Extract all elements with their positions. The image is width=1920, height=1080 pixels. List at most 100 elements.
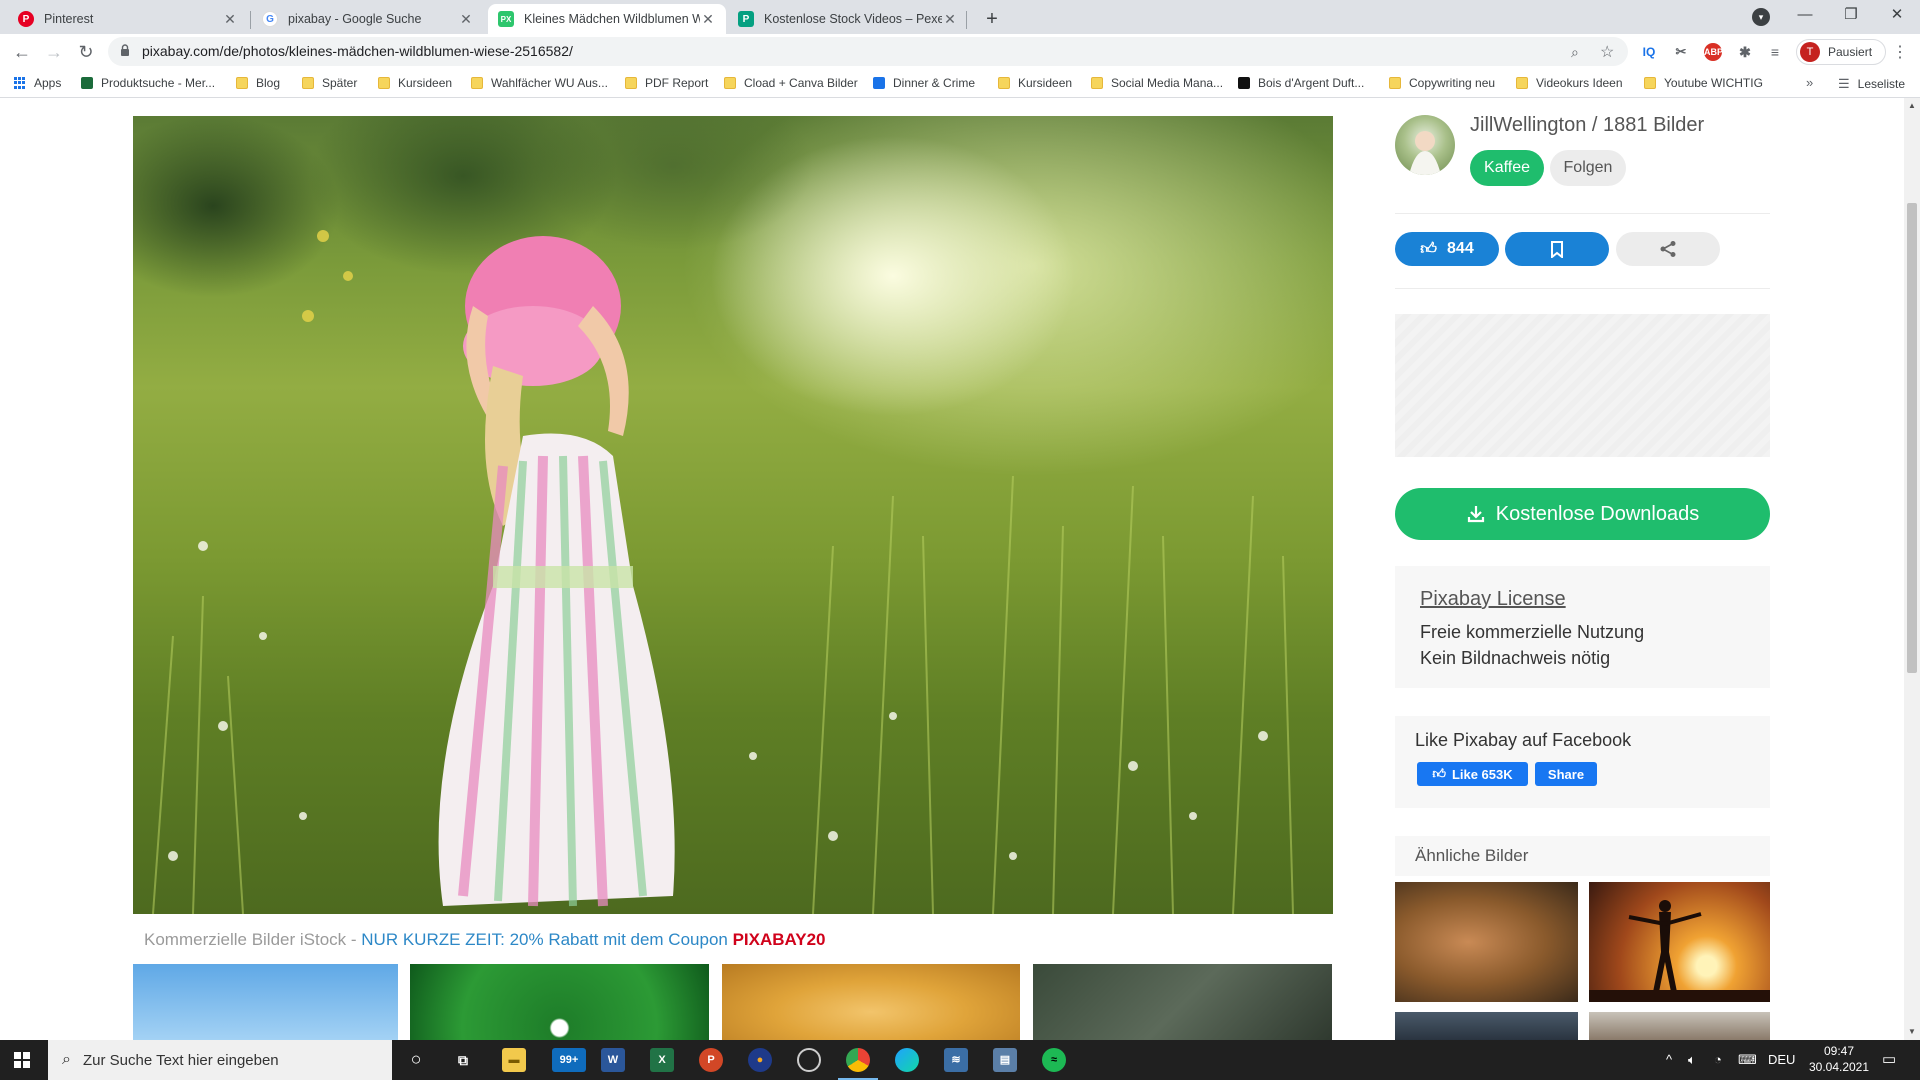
notification-icon[interactable]: ▭ — [1882, 1050, 1896, 1068]
bookmark-pdf-report[interactable]: PDF Report — [625, 76, 708, 90]
close-window-button[interactable]: ✕ — [1874, 0, 1920, 30]
scroll-down-arrow-icon[interactable]: ▼ — [1904, 1024, 1920, 1040]
spotify-icon[interactable]: ≈ — [1042, 1048, 1066, 1072]
keyboard-icon[interactable]: ⌨ — [1738, 1052, 1757, 1068]
extension-icon[interactable]: ✂ — [1672, 43, 1690, 61]
media-control-icon[interactable]: ≡ — [1766, 43, 1784, 61]
mail-icon[interactable]: 99+ — [552, 1048, 586, 1072]
bookmark-kursideen[interactable]: Kursideen — [378, 76, 452, 90]
puzzle-icon[interactable]: ✱ — [1736, 43, 1754, 61]
bookmark-videokurs[interactable]: Videokurs Ideen — [1516, 76, 1623, 90]
taskbar-clock[interactable]: 09:47 30.04.2021 — [1804, 1043, 1874, 1075]
author-avatar[interactable] — [1395, 115, 1455, 175]
site-icon — [81, 77, 93, 89]
tab-pexels[interactable]: P Kostenlose Stock Videos – Pexels ✕ — [728, 4, 968, 34]
tab-pixabay[interactable]: PX Kleines Mädchen Wildblumen W ✕ — [488, 4, 726, 34]
reading-list-button[interactable]: ☰ Leseliste — [1838, 76, 1905, 92]
obs-icon[interactable] — [797, 1048, 821, 1072]
facebook-share-button[interactable]: Share — [1535, 762, 1597, 786]
minimize-button[interactable]: — — [1782, 0, 1828, 30]
bookmark-label: Blog — [256, 76, 281, 90]
bookmark-label: Social Media Mana... — [1111, 76, 1224, 90]
excel-icon[interactable]: X — [650, 1048, 674, 1072]
scrollbar-thumb[interactable] — [1907, 203, 1917, 673]
istock-ad-line[interactable]: Kommerzielle Bilder iStock - NUR KURZE Z… — [144, 930, 826, 950]
istock-thumbnail[interactable] — [133, 964, 398, 1040]
vertical-scrollbar[interactable]: ▲ ▼ — [1904, 98, 1920, 1040]
bookmark-youtube[interactable]: Youtube WICHTIG — [1644, 76, 1763, 90]
scroll-up-arrow-icon[interactable]: ▲ — [1904, 98, 1920, 114]
author-name[interactable]: JillWellington / 1881 Bilder — [1470, 114, 1704, 137]
tab-search-icon[interactable]: ▾ — [1752, 8, 1770, 26]
cortana-icon[interactable]: ○ — [404, 1048, 428, 1072]
bookmark-dinner-crime[interactable]: Dinner & Crime — [873, 76, 975, 90]
like-button[interactable]: 👍︎ 844 — [1395, 232, 1499, 266]
close-icon[interactable]: ✕ — [700, 11, 716, 28]
similar-image[interactable] — [1395, 882, 1578, 1002]
back-arrow-icon[interactable]: ← — [10, 40, 34, 64]
bookmarks-bar: Apps Produktsuche - Mer... Blog Später K… — [0, 70, 1920, 98]
google-icon: G — [262, 11, 278, 27]
zoom-icon[interactable]: ⌕ — [1571, 44, 1579, 61]
ad-coupon-code[interactable]: PIXABAY20 — [733, 930, 826, 949]
follow-button[interactable]: Folgen — [1550, 150, 1626, 186]
license-link[interactable]: Pixabay License — [1420, 588, 1566, 611]
close-icon[interactable]: ✕ — [458, 11, 474, 28]
powerpoint-icon[interactable]: P — [699, 1048, 723, 1072]
bookmark-cload-canva[interactable]: Cload + Canva Bilder — [724, 76, 858, 90]
free-download-button[interactable]: Kostenlose Downloads — [1395, 488, 1770, 540]
main-photo[interactable] — [133, 116, 1333, 914]
tab-pinterest[interactable]: P Pinterest ✕ — [8, 4, 248, 34]
similar-image[interactable] — [1589, 1012, 1770, 1040]
istock-thumbnail[interactable] — [1033, 964, 1332, 1040]
bookmark-copywriting[interactable]: Copywriting neu — [1389, 76, 1495, 90]
restore-button[interactable]: ❐ — [1828, 0, 1874, 30]
more-bookmarks-icon[interactable]: » — [1806, 75, 1813, 90]
istock-thumbnail[interactable] — [722, 964, 1020, 1040]
bookmark-star-icon[interactable]: ☆ — [1600, 42, 1614, 62]
menu-icon[interactable]: ⋮ — [1892, 42, 1908, 62]
bookmark-blog[interactable]: Blog — [236, 76, 280, 90]
app-icon[interactable]: ● — [748, 1048, 772, 1072]
app-icon[interactable]: ▤ — [993, 1048, 1017, 1072]
bookmark-social-media[interactable]: Social Media Mana... — [1091, 76, 1223, 90]
profile-button[interactable]: T Pausiert — [1796, 39, 1886, 65]
reload-icon[interactable]: ↻ — [74, 40, 98, 64]
chrome-icon[interactable] — [838, 1048, 878, 1080]
tab-google-search[interactable]: G pixabay - Google Suche ✕ — [252, 4, 484, 34]
task-view-icon[interactable]: ⧉ — [451, 1048, 475, 1072]
volume-icon[interactable]: 🔈︎ — [1688, 1052, 1696, 1068]
bookmark-produktsuche[interactable]: Produktsuche - Mer... — [81, 76, 215, 90]
similar-image[interactable] — [1589, 882, 1770, 1002]
word-icon[interactable]: W — [601, 1048, 625, 1072]
clock-time: 09:47 — [1823, 1044, 1855, 1058]
bookmark-spaeter[interactable]: Später — [302, 76, 357, 90]
close-icon[interactable]: ✕ — [942, 11, 958, 28]
bookmark-apps[interactable]: Apps — [14, 76, 61, 90]
tray-chevron-icon[interactable]: ^ — [1666, 1052, 1672, 1067]
bookmark-bois-dargent[interactable]: Bois d'Argent Duft... — [1238, 76, 1364, 90]
address-bar[interactable]: pixabay.com/de/photos/kleines-mädchen-wi… — [108, 37, 1628, 66]
pixabay-icon: PX — [498, 11, 514, 27]
ad-promo-text[interactable]: NUR KURZE ZEIT: 20% Rabatt mit dem Coupo… — [361, 930, 732, 949]
edge-icon[interactable] — [895, 1048, 919, 1072]
taskbar-search-input[interactable]: ⌕ Zur Suche Text hier eingeben — [48, 1040, 392, 1080]
coffee-button[interactable]: Kaffee — [1470, 150, 1544, 186]
istock-thumbnail[interactable] — [410, 964, 709, 1040]
bookmark-kursideen-2[interactable]: Kursideen — [998, 76, 1072, 90]
language-indicator[interactable]: DEU — [1768, 1052, 1795, 1067]
similar-image[interactable] — [1395, 1012, 1578, 1040]
adblock-icon[interactable]: ABP — [1704, 43, 1723, 61]
forward-arrow-icon[interactable]: → — [42, 40, 66, 64]
new-tab-button[interactable]: + — [978, 6, 1006, 34]
network-icon[interactable]: ◔ — [1714, 1052, 1722, 1067]
share-button[interactable] — [1616, 232, 1720, 266]
facebook-like-button[interactable]: 👍︎ Like 653K — [1417, 762, 1528, 786]
app-icon[interactable]: ≋ — [944, 1048, 968, 1072]
bookmark-button[interactable] — [1505, 232, 1609, 266]
file-explorer-icon[interactable]: ▬ — [502, 1048, 526, 1072]
bookmark-wahlfaecher[interactable]: Wahlfächer WU Aus... — [471, 76, 608, 90]
windows-start-icon[interactable] — [14, 1052, 30, 1068]
iq-extension-icon[interactable]: IQ — [1640, 43, 1658, 61]
close-icon[interactable]: ✕ — [222, 11, 238, 28]
